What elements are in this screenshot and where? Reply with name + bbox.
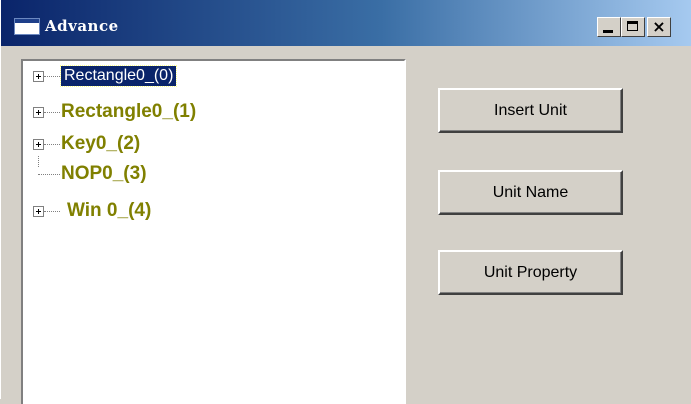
advance-window: Advance × Rectangle0_(0) Rectangle0_(1) …: [0, 0, 691, 404]
tree-item-label[interactable]: Key0_(2): [61, 133, 140, 155]
title-bar[interactable]: Advance ×: [1, 0, 691, 46]
expand-plus-icon[interactable]: [33, 71, 44, 82]
maximize-button[interactable]: [621, 17, 645, 37]
tree-item-label[interactable]: Rectangle0_(0): [59, 65, 178, 87]
close-button[interactable]: ×: [647, 17, 671, 37]
expand-plus-icon[interactable]: [33, 139, 44, 150]
minimize-icon: [603, 30, 613, 33]
expand-plus-icon[interactable]: [33, 206, 44, 217]
maximize-icon: [627, 21, 638, 31]
window-title: Advance: [45, 17, 119, 35]
expand-plus-icon[interactable]: [33, 107, 44, 118]
tree-connector-line: [44, 76, 60, 77]
close-icon: ×: [652, 17, 666, 36]
tree-connector-line: [44, 144, 60, 145]
unit-tree-view[interactable]: Rectangle0_(0) Rectangle0_(1) Key0_(2) N…: [21, 59, 406, 404]
unit-property-button[interactable]: Unit Property: [438, 250, 623, 295]
tree-item-label[interactable]: NOP0_(3): [61, 163, 147, 185]
tree-item-label[interactable]: Rectangle0_(1): [61, 101, 196, 123]
minimize-button[interactable]: [597, 17, 621, 37]
unit-name-button[interactable]: Unit Name: [438, 170, 623, 215]
tree-connector-line: [44, 211, 60, 212]
tree-connector-line: [38, 156, 39, 167]
tree-connector-line: [38, 174, 60, 175]
window-icon: [14, 18, 40, 35]
tree-item-label[interactable]: Win 0_(4): [67, 200, 151, 222]
insert-unit-button[interactable]: Insert Unit: [438, 88, 623, 133]
tree-connector-line: [44, 112, 60, 113]
